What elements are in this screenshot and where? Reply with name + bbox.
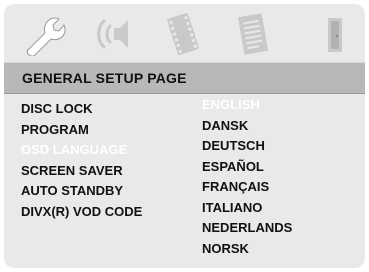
speaker-icon[interactable]: [90, 12, 136, 56]
setup-menu: DISC LOCK PROGRAM OSD LANGUAGE SCREEN SAVER…: [21, 99, 142, 222]
film-icon[interactable]: [160, 12, 206, 56]
door-icon[interactable]: [312, 12, 358, 56]
document-icon[interactable]: [230, 12, 276, 56]
menu-item-program[interactable]: PROGRAM: [21, 120, 142, 141]
language-option[interactable]: DANSK: [202, 116, 292, 137]
language-option[interactable]: NEDERLANDS: [202, 218, 292, 239]
language-option[interactable]: NORSK: [202, 239, 292, 260]
wrench-icon[interactable]: [23, 12, 69, 56]
language-option[interactable]: FRANÇAIS: [202, 177, 292, 198]
setup-icon-bar: [4, 4, 365, 62]
menu-item-divx-r-vod-code[interactable]: DIVX(R) VOD CODE: [21, 202, 142, 223]
language-option[interactable]: ENGLISH: [202, 95, 292, 116]
menu-item-osd-language[interactable]: OSD LANGUAGE: [21, 140, 142, 161]
page-title: GENERAL SETUP PAGE: [22, 70, 187, 86]
menu-item-auto-standby[interactable]: AUTO STANDBY: [21, 181, 142, 202]
setup-screen: GENERAL SETUP PAGE DISC LOCK PROGRAM OSD L…: [4, 4, 365, 268]
language-option[interactable]: DEUTSCH: [202, 136, 292, 157]
language-option[interactable]: ITALIANO: [202, 198, 292, 219]
menu-item-disc-lock[interactable]: DISC LOCK: [21, 99, 142, 120]
menu-item-screen-saver[interactable]: SCREEN SAVER: [21, 161, 142, 182]
language-option[interactable]: ESPAÑOL: [202, 157, 292, 178]
language-options: ENGLISH DANSK DEUTSCH ESPAÑOL FRANÇAIS ITALIA…: [202, 95, 292, 259]
page-title-bar: GENERAL SETUP PAGE: [4, 62, 365, 94]
